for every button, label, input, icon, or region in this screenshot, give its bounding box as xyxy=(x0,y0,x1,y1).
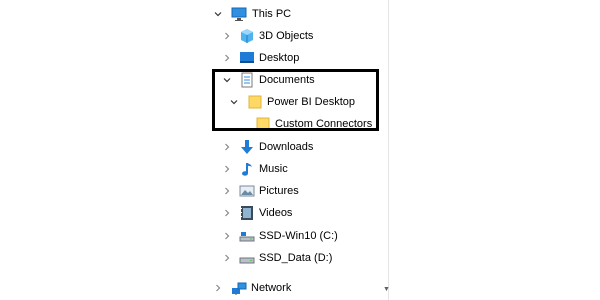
chevron-right-icon[interactable] xyxy=(223,232,231,240)
tree-item-desktop[interactable]: Desktop xyxy=(259,51,299,65)
chevron-right-icon[interactable] xyxy=(223,32,231,40)
chevron-right-icon[interactable] xyxy=(223,187,231,195)
highlight-box xyxy=(212,69,379,131)
tree-item-videos[interactable]: Videos xyxy=(259,206,292,220)
network-icon xyxy=(231,280,247,296)
drive-c-icon xyxy=(239,228,255,244)
pane-divider xyxy=(388,0,389,300)
scroll-down-arrow-icon[interactable]: ▼ xyxy=(383,286,390,294)
chevron-right-icon[interactable] xyxy=(214,284,222,292)
chevron-right-icon[interactable] xyxy=(223,143,231,151)
tree-item-downloads[interactable]: Downloads xyxy=(259,140,313,154)
tree-item-music[interactable]: Music xyxy=(259,162,288,176)
tree-item-pictures[interactable]: Pictures xyxy=(259,184,299,198)
videos-icon xyxy=(239,205,255,221)
music-icon xyxy=(239,161,255,177)
tree-item-drive-d[interactable]: SSD_Data (D:) xyxy=(259,251,332,265)
tree-item-3d-objects[interactable]: 3D Objects xyxy=(259,29,313,43)
desktop-icon xyxy=(239,50,255,66)
chevron-right-icon[interactable] xyxy=(223,254,231,262)
downloads-icon xyxy=(239,139,255,155)
scrollbar[interactable] xyxy=(383,0,388,300)
3d-objects-icon xyxy=(239,28,255,44)
chevron-right-icon[interactable] xyxy=(223,209,231,217)
this-pc-icon xyxy=(231,6,247,22)
tree-item-drive-c[interactable]: SSD-Win10 (C:) xyxy=(259,229,338,243)
tree-item-network[interactable]: Network xyxy=(251,281,291,295)
chevron-right-icon[interactable] xyxy=(223,54,231,62)
pictures-icon xyxy=(239,183,255,199)
drive-d-icon xyxy=(239,250,255,266)
chevron-right-icon[interactable] xyxy=(223,165,231,173)
chevron-down-icon[interactable] xyxy=(214,10,222,18)
tree-item-this-pc[interactable]: This PC xyxy=(252,7,291,21)
